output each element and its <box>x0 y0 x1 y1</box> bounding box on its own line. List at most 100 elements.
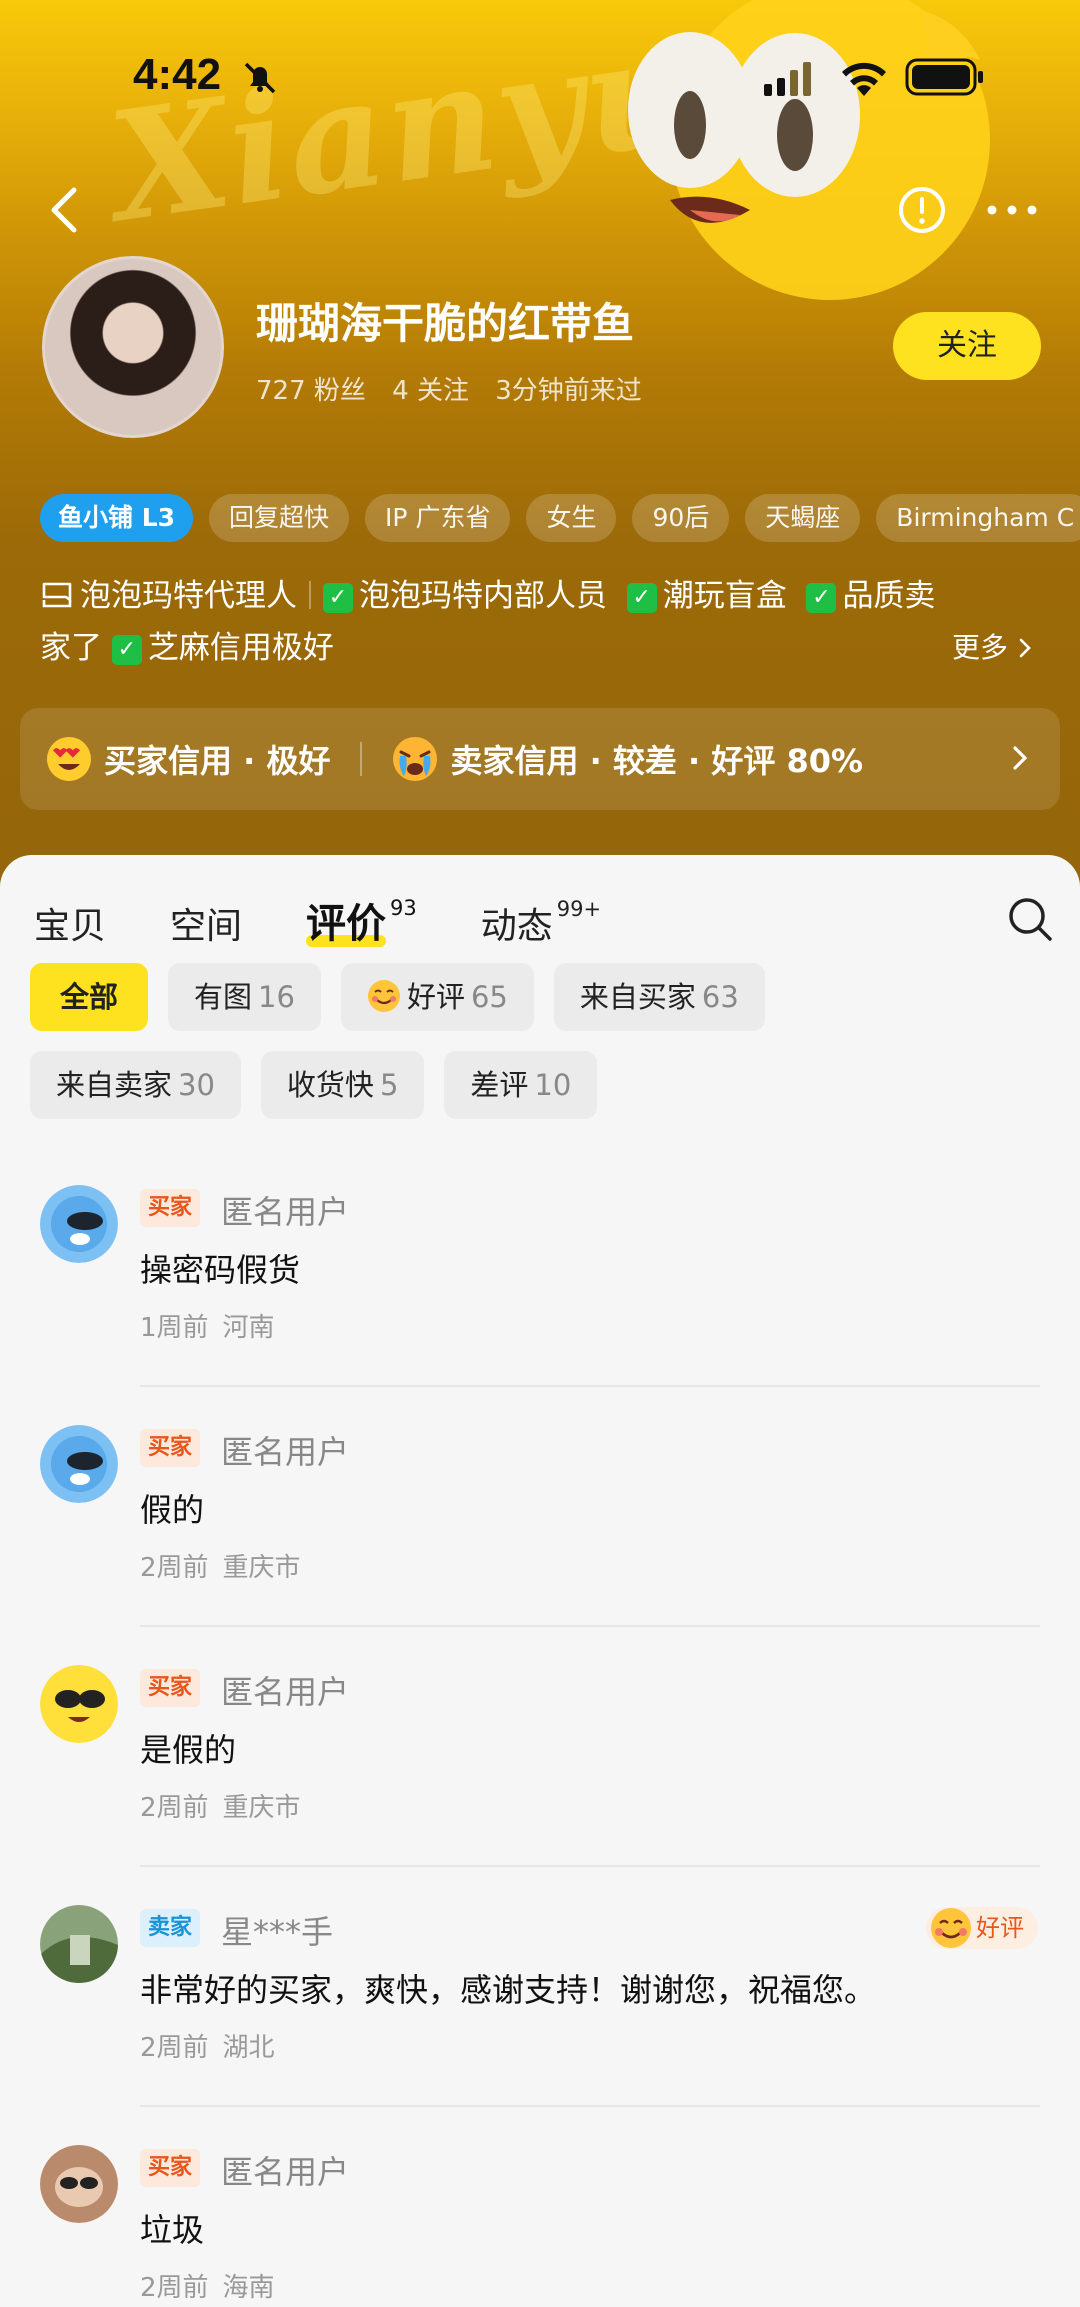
filter-fast-delivery[interactable]: 收货快 5 <box>260 1051 425 1119</box>
battery-icon <box>905 58 983 96</box>
badge-insider: 泡泡玛特内部人员 <box>359 578 607 614</box>
badge-sesame-credit: 芝麻信用极好 <box>147 630 334 666</box>
report-icon[interactable] <box>896 184 948 236</box>
tag-gender: 女生 <box>526 494 617 542</box>
review-meta: 2周前 重庆市 <box>140 1547 315 1584</box>
review-filters: 全部 有图 16 好评 65 来自买家 63 来自卖家 30 收货快 5 差评 10 <box>30 963 1060 1139</box>
review-meta: 2周前 湖北 <box>140 2027 289 2064</box>
follow-button[interactable]: 关注 <box>893 312 1041 380</box>
profile-tags: 鱼小铺 L3 回复超快 IP 广东省 女生 90后 天蝎座 Birmingham… <box>40 494 1080 542</box>
status-time: 4:42 <box>133 50 222 99</box>
agent-badge-icon <box>42 582 72 608</box>
reviewer-name: 星***手 <box>221 1913 334 1951</box>
divider <box>140 1625 1040 1627</box>
reviewer-name: 匿名用户 <box>221 1433 350 1471</box>
filter-with-images[interactable]: 有图 16 <box>168 963 321 1031</box>
review-meta: 1周前 河南 <box>140 1307 289 1344</box>
divider <box>140 1865 1040 1867</box>
review-list: 买家 匿名用户 操密码假货 1周前 河南 买家 匿名用户 假的 2周前 重庆市 … <box>0 1173 1080 2307</box>
review-location: 海南 <box>222 2273 275 2303</box>
fans-count[interactable]: 727 粉丝 <box>256 376 366 406</box>
tag-fast-reply: 回复超快 <box>209 494 350 542</box>
status-bar: 4:42 <box>0 0 1080 150</box>
smile-emoji-icon <box>367 980 400 1012</box>
badge-blind-box: 潮玩盲盒 <box>662 578 787 614</box>
review-location: 重庆市 <box>222 1793 301 1823</box>
heart-eyes-emoji-icon <box>47 737 91 781</box>
check-icon: ✓ <box>626 583 657 613</box>
shop-level-tag[interactable]: 鱼小铺 L3 <box>40 494 194 542</box>
more-badges-link[interactable]: 更多 <box>952 626 1033 666</box>
check-icon: ✓ <box>806 583 837 613</box>
seller-credit: 卖家信用 · 较差 · 好评 80% <box>392 736 863 782</box>
badge-agent: 泡泡玛特代理人 <box>80 578 297 614</box>
review-time: 1周前 <box>140 1313 209 1343</box>
review-location: 重庆市 <box>222 1553 301 1583</box>
chevron-right-icon <box>1013 746 1028 770</box>
user-badges: 泡泡玛特代理人 ✓ 泡泡玛特内部人员 ✓ 潮玩盲盒 ✓ 品质卖 家了 ✓ 芝麻信用极好 <box>40 570 1040 674</box>
more-options-icon[interactable] <box>982 184 1042 236</box>
reviews-count: 93 <box>390 896 417 920</box>
role-badge: 买家 <box>140 1189 201 1227</box>
review-meta: 2周前 海南 <box>140 2267 289 2304</box>
tab-reviews[interactable]: 评价 93 <box>306 891 417 949</box>
search-icon[interactable] <box>1006 895 1054 943</box>
credit-summary-bar[interactable]: 买家信用 · 极好 卖家信用 · 较差 · 好评 80% <box>20 708 1060 810</box>
divider <box>140 1385 1040 1387</box>
role-badge: 卖家 <box>140 1909 201 1947</box>
review-item[interactable]: 买家 匿名用户 操密码假货 1周前 河南 <box>0 1173 1080 1413</box>
badge-separator <box>309 581 311 609</box>
tag-city: Birmingham C <box>876 494 1080 542</box>
tag-zodiac: 天蝎座 <box>745 494 861 542</box>
content-sheet: 宝贝 空间 评价 93 动态 99+ 全部 有图 16 好评 65 来自买家 6… <box>0 855 1080 2307</box>
user-avatar[interactable] <box>42 256 224 438</box>
reviewer-avatar <box>40 1905 118 1983</box>
review-time: 2周前 <box>140 1553 209 1583</box>
check-icon: ✓ <box>323 583 353 613</box>
buyer-credit-text: 买家信用 · 极好 <box>104 742 331 780</box>
reviewer-avatar <box>40 1425 118 1503</box>
badge-quality-seller-cont: 家了 <box>40 630 102 666</box>
credit-divider <box>360 742 363 776</box>
smile-emoji-icon <box>931 1908 971 1948</box>
rating-label: 好评 <box>976 1914 1024 1942</box>
review-item[interactable]: 买家 匿名用户 是假的 2周前 重庆市 <box>0 1653 1080 1893</box>
review-time: 2周前 <box>140 2033 209 2063</box>
username: 珊瑚海干脆的红带鱼 <box>256 299 635 348</box>
user-stats: 727 粉丝 4 关注 3分钟前来过 <box>256 370 660 407</box>
cellular-signal-icon <box>764 62 811 96</box>
review-item[interactable]: 买家 匿名用户 垃圾 2周前 海南 <box>0 2133 1080 2307</box>
reviewer-avatar <box>40 2145 118 2223</box>
review-text: 非常好的买家，爽快，感谢支持！谢谢您，祝福您。 <box>140 1971 877 2009</box>
back-icon[interactable] <box>42 180 92 240</box>
review-meta: 2周前 重庆市 <box>140 1787 315 1824</box>
filter-negative[interactable]: 差评 10 <box>444 1051 598 1119</box>
role-badge: 买家 <box>140 1669 201 1707</box>
tab-moments[interactable]: 动态 99+ <box>481 897 601 949</box>
more-label: 更多 <box>952 631 1009 664</box>
last-seen: 3分钟前来过 <box>495 376 642 406</box>
review-time: 2周前 <box>140 2273 209 2303</box>
filter-positive[interactable]: 好评 65 <box>340 963 534 1031</box>
reviewer-name: 匿名用户 <box>221 2153 350 2191</box>
review-item[interactable]: 买家 匿名用户 假的 2周前 重庆市 <box>0 1413 1080 1653</box>
review-time: 2周前 <box>140 1793 209 1823</box>
check-icon: ✓ <box>111 635 142 665</box>
review-text: 是假的 <box>140 1731 237 1769</box>
review-location: 河南 <box>222 1313 275 1343</box>
tab-items[interactable]: 宝贝 <box>34 897 106 949</box>
review-text: 操密码假货 <box>140 1251 301 1289</box>
badge-quality-seller: 品质卖 <box>842 578 936 614</box>
filter-from-sellers[interactable]: 来自卖家 30 <box>30 1051 241 1119</box>
tag-ip-location: IP 广东省 <box>365 494 511 542</box>
tab-space[interactable]: 空间 <box>170 897 242 949</box>
review-item[interactable]: 卖家 星***手 好评 非常好的买家，爽快，感谢支持！谢谢您，祝福您。 2周前湖… <box>0 1893 1080 2133</box>
filter-from-buyers[interactable]: 来自买家 63 <box>553 963 765 1031</box>
profile-header: Xianyu 4:42 珊瑚海干脆的红带鱼 727 粉丝 4 关注 3分钟前来过… <box>0 0 1080 900</box>
positive-rating-badge: 好评 <box>926 1907 1038 1949</box>
following-count[interactable]: 4 关注 <box>392 376 469 406</box>
filter-all[interactable]: 全部 <box>30 963 149 1031</box>
moments-count: 99+ <box>556 897 602 921</box>
review-text: 假的 <box>140 1491 205 1529</box>
role-badge: 买家 <box>140 2149 201 2187</box>
